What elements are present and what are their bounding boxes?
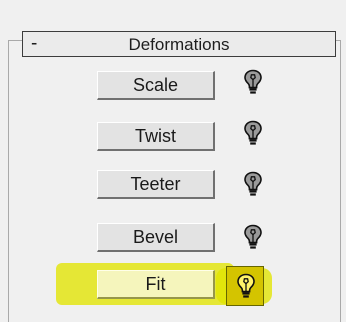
twist-bulb-toggle[interactable] xyxy=(243,120,263,146)
rollout-frame-right xyxy=(340,40,341,322)
rollout-frame-tick xyxy=(336,40,341,41)
bevel-bulb-toggle[interactable] xyxy=(243,224,263,250)
bevel-button[interactable]: Bevel xyxy=(97,223,215,252)
lightbulb-off-icon xyxy=(244,69,262,94)
rollout-title: Deformations xyxy=(128,35,230,54)
rollout-frame-tick xyxy=(8,40,22,41)
deformations-panel: - Deformations Scale Twist Teeter Bevel … xyxy=(0,0,346,322)
rollout-frame-left xyxy=(8,40,9,322)
scale-button[interactable]: Scale xyxy=(97,71,215,100)
twist-button[interactable]: Twist xyxy=(97,122,215,151)
fit-button[interactable]: Fit xyxy=(97,270,215,299)
scale-bulb-toggle[interactable] xyxy=(243,69,263,95)
deformations-rollout-header[interactable]: - Deformations xyxy=(22,31,336,57)
teeter-bulb-toggle[interactable] xyxy=(243,171,263,197)
lightbulb-off-icon xyxy=(244,171,262,196)
lightbulb-off-icon xyxy=(244,120,262,145)
fit-bulb-toggle[interactable] xyxy=(226,266,264,306)
teeter-button[interactable]: Teeter xyxy=(97,170,215,199)
lightbulb-off-icon xyxy=(244,224,262,249)
lightbulb-on-icon xyxy=(237,273,255,298)
